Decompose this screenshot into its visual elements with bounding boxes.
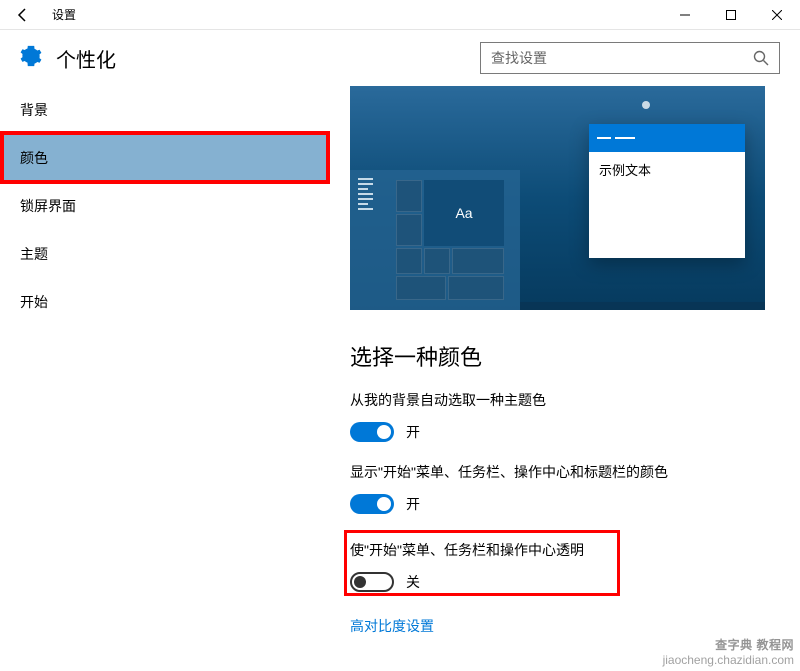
close-button[interactable] (754, 0, 800, 30)
toggle3-state: 关 (406, 572, 420, 592)
sidebar-item-label: 开始 (20, 292, 48, 312)
page-title: 个性化 (56, 44, 116, 73)
color-preview: Aa 示例文本 (350, 86, 765, 310)
header: 个性化 查找设置 (0, 30, 800, 86)
toggle-auto-accent[interactable] (350, 422, 394, 442)
preview-start-menu: Aa (350, 170, 520, 310)
sidebar-item-start[interactable]: 开始 (0, 278, 330, 326)
minimize-icon (680, 10, 690, 20)
sidebar-item-color[interactable]: 颜色 (0, 134, 330, 182)
toggle-transparency[interactable] (350, 572, 394, 592)
back-button[interactable] (0, 0, 46, 30)
high-contrast-link[interactable]: 高对比度设置 (350, 616, 434, 636)
content: Aa 示例文本 选择一种颜色 从我的背景自动选取一种主题色 开 显示"开始"菜单… (330, 86, 800, 671)
sidebar-item-theme[interactable]: 主题 (0, 230, 330, 278)
preview-tile-label: Aa (424, 180, 504, 246)
sidebar-item-label: 背景 (20, 100, 48, 120)
maximize-button[interactable] (708, 0, 754, 30)
preview-sample-text: 示例文本 (589, 152, 745, 187)
titlebar: 设置 (0, 0, 800, 30)
watermark: 查字典 教程网 jiaocheng.chazidian.com (663, 638, 794, 667)
sidebar: 背景 颜色 锁屏界面 主题 开始 (0, 86, 330, 671)
sidebar-item-label: 锁屏界面 (20, 196, 76, 216)
toggle1-label: 从我的背景自动选取一种主题色 (350, 390, 770, 410)
search-input[interactable]: 查找设置 (480, 42, 780, 74)
maximize-icon (726, 10, 736, 20)
close-icon (772, 10, 782, 20)
toggle2-label: 显示"开始"菜单、任务栏、操作中心和标题栏的颜色 (350, 462, 770, 482)
toggle-show-color[interactable] (350, 494, 394, 514)
section-title: 选择一种颜色 (350, 340, 770, 372)
toggle3-label: 使"开始"菜单、任务栏和操作中心透明 (350, 540, 766, 560)
gear-icon (20, 45, 42, 72)
minimize-button[interactable] (662, 0, 708, 30)
sidebar-item-label: 颜色 (20, 148, 48, 168)
preview-window: 示例文本 (589, 124, 745, 258)
window-controls (662, 0, 800, 30)
search-placeholder: 查找设置 (491, 48, 753, 68)
sidebar-item-background[interactable]: 背景 (0, 86, 330, 134)
sidebar-item-label: 主题 (20, 244, 48, 264)
sidebar-item-lockscreen[interactable]: 锁屏界面 (0, 182, 330, 230)
toggle2-state: 开 (406, 494, 420, 514)
arrow-left-icon (15, 7, 31, 23)
search-icon (753, 50, 769, 66)
window-title: 设置 (46, 6, 76, 23)
toggle1-state: 开 (406, 422, 420, 442)
